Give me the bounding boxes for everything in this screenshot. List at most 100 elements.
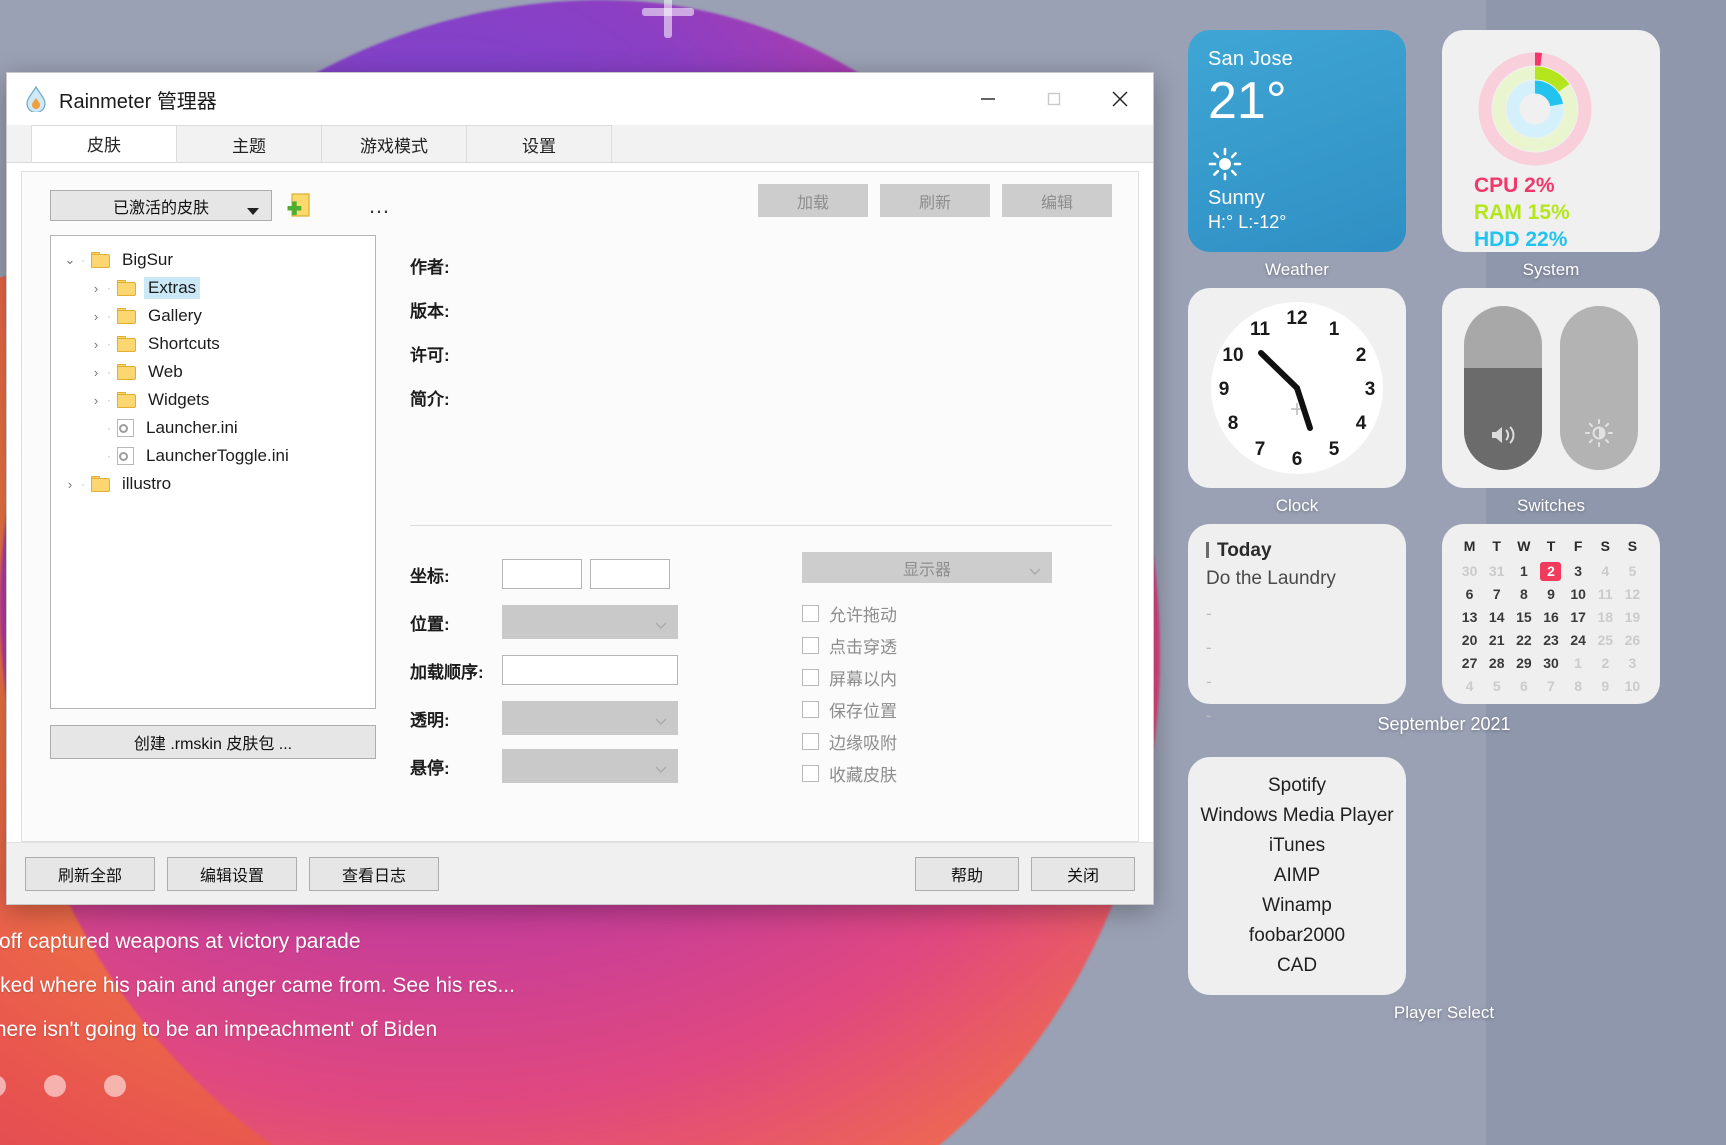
tree-item-launchertoggle-ini[interactable]: · LauncherToggle.ini (51, 442, 375, 470)
todo-card[interactable]: Today Do the Laundry - - - - (1188, 524, 1406, 704)
close-button[interactable] (1087, 73, 1153, 125)
chevron-right-icon[interactable]: › (59, 477, 81, 492)
calendar-day[interactable]: 4 (1592, 562, 1619, 581)
calendar-day[interactable]: 3 (1565, 562, 1592, 581)
calendar-day[interactable]: 26 (1619, 631, 1646, 650)
checkbox-snap-to-edges[interactable]: 边缘吸附 (802, 725, 1112, 757)
calendar-day[interactable]: 2 (1592, 654, 1619, 673)
calendar-day[interactable]: 9 (1592, 677, 1619, 696)
calendar-day-today[interactable]: 2 (1540, 562, 1561, 581)
tab-themes[interactable]: 主题 (176, 125, 322, 162)
player-item-cad[interactable]: CAD (1196, 951, 1398, 981)
checkbox-box[interactable] (802, 669, 819, 686)
calendar-day[interactable]: 5 (1483, 677, 1510, 696)
calendar-day[interactable]: 9 (1537, 585, 1564, 604)
tree-item-widgets[interactable]: › · Widgets (51, 386, 375, 414)
edit-button[interactable]: 编辑 (1002, 184, 1112, 217)
calendar-day[interactable]: 27 (1456, 654, 1483, 673)
skin-filter-dropdown[interactable]: 已激活的皮肤 (50, 190, 272, 221)
calendar-day[interactable]: 22 (1510, 631, 1537, 650)
calendar-day[interactable]: 21 (1483, 631, 1510, 650)
brightness-slider[interactable] (1560, 306, 1638, 470)
tree-item-shortcuts[interactable]: › · Shortcuts (51, 330, 375, 358)
calendar-day[interactable]: 28 (1483, 654, 1510, 673)
chevron-down-icon[interactable]: ⌄ (59, 252, 81, 268)
todo-item[interactable]: Do the Laundry (1206, 568, 1388, 590)
news-headline[interactable]: w off captured weapons at victory parade (0, 920, 678, 964)
player-item-foobar2000[interactable]: foobar2000 (1196, 921, 1398, 951)
tree-item-extras[interactable]: › · Extras (51, 274, 375, 302)
switches-card[interactable] (1442, 288, 1660, 488)
calendar-day[interactable]: 18 (1592, 608, 1619, 627)
news-headline[interactable]: 'There isn't going to be an impeachment'… (0, 1008, 678, 1052)
player-item-spotify[interactable]: Spotify (1196, 771, 1398, 801)
tree-item-illustro[interactable]: › · illustro (51, 470, 375, 498)
checkbox-box[interactable] (802, 733, 819, 750)
calendar-day[interactable]: 4 (1456, 677, 1483, 696)
tab-skins[interactable]: 皮肤 (31, 125, 177, 162)
calendar-day[interactable]: 8 (1565, 677, 1592, 696)
calendar-day[interactable]: 30 (1537, 654, 1564, 673)
position-dropdown[interactable] (502, 605, 678, 639)
tree-item-gallery[interactable]: › · Gallery (51, 302, 375, 330)
tree-item-web[interactable]: › · Web (51, 358, 375, 386)
calendar-day[interactable]: 24 (1565, 631, 1592, 650)
calendar-day[interactable]: 12 (1619, 585, 1646, 604)
transparency-dropdown[interactable] (502, 701, 678, 735)
calendar-day[interactable]: 11 (1592, 585, 1619, 604)
coord-y-input[interactable] (590, 559, 670, 589)
tab-game-mode[interactable]: 游戏模式 (321, 125, 467, 162)
checkbox-favorite-skin[interactable]: 收藏皮肤 (802, 757, 1112, 789)
calendar-day[interactable]: 29 (1510, 654, 1537, 673)
calendar-day[interactable]: 8 (1510, 585, 1537, 604)
weather-widget[interactable]: San Jose 21° Sunny H:° L:-12° (1188, 30, 1406, 280)
checkbox-save-position[interactable]: 保存位置 (802, 693, 1112, 725)
minimize-button[interactable] (955, 73, 1021, 125)
tree-item-bigsur[interactable]: ⌄ · BigSur (51, 246, 375, 274)
refresh-button[interactable]: 刷新 (880, 184, 990, 217)
checkbox-box[interactable] (802, 701, 819, 718)
calendar-day[interactable]: 10 (1619, 677, 1646, 696)
calendar-day[interactable]: 23 (1537, 631, 1564, 650)
calendar-day[interactable]: 7 (1537, 677, 1564, 696)
close-dialog-button[interactable]: 关闭 (1031, 857, 1135, 891)
news-dot[interactable] (0, 1075, 6, 1097)
help-button[interactable]: 帮助 (915, 857, 1019, 891)
calendar-day[interactable]: 3 (1619, 654, 1646, 673)
player-item-itunes[interactable]: iTunes (1196, 831, 1398, 861)
chevron-right-icon[interactable]: › (85, 365, 107, 380)
checkbox-box[interactable] (802, 637, 819, 654)
skin-tree[interactable]: ⌄ · BigSur › · Extras › · Gallery (50, 235, 376, 709)
refresh-all-button[interactable]: 刷新全部 (25, 857, 155, 891)
calendar-card[interactable]: M T W T F S S 30 31 1 2 3 4 5 6 7 8 (1442, 524, 1660, 704)
player-item-winamp[interactable]: Winamp (1196, 891, 1398, 921)
calendar-widget[interactable]: M T W T F S S 30 31 1 2 3 4 5 6 7 8 (1442, 524, 1660, 704)
create-rmskin-package-button[interactable]: 创建 .rmskin 皮肤包 ... (50, 725, 376, 759)
calendar-day[interactable]: 6 (1510, 677, 1537, 696)
todo-widget[interactable]: Today Do the Laundry - - - - (1188, 524, 1406, 704)
checkbox-box[interactable] (802, 605, 819, 622)
checkbox-keep-on-screen[interactable]: 屏幕以内 (802, 661, 1112, 693)
tree-item-launcher-ini[interactable]: · Launcher.ini (51, 414, 375, 442)
calendar-day[interactable]: 6 (1456, 585, 1483, 604)
volume-slider[interactable] (1464, 306, 1542, 470)
calendar-day[interactable]: 17 (1565, 608, 1592, 627)
calendar-day[interactable]: 14 (1483, 608, 1510, 627)
new-skin-icon[interactable] (286, 192, 314, 220)
player-item-windows-media-player[interactable]: Windows Media Player (1196, 801, 1398, 831)
tab-settings[interactable]: 设置 (466, 125, 612, 162)
calendar-day[interactable]: 1 (1565, 654, 1592, 673)
load-button[interactable]: 加载 (758, 184, 868, 217)
more-options-icon[interactable]: … (368, 200, 392, 212)
system-card[interactable]: CPU 2% RAM 15% HDD 22% (1442, 30, 1660, 252)
view-log-button[interactable]: 查看日志 (309, 857, 439, 891)
calendar-day[interactable]: 10 (1565, 585, 1592, 604)
news-headline[interactable]: asked where his pain and anger came from… (0, 964, 678, 1008)
clock-card[interactable]: 12 1 2 3 4 5 6 7 8 9 10 11 (1188, 288, 1406, 488)
switches-widget[interactable]: Switches (1442, 288, 1660, 516)
player-item-aimp[interactable]: AIMP (1196, 861, 1398, 891)
calendar-day[interactable]: 1 (1510, 562, 1537, 581)
news-dot[interactable] (104, 1075, 126, 1097)
coord-x-input[interactable] (502, 559, 582, 589)
checkbox-box[interactable] (802, 765, 819, 782)
